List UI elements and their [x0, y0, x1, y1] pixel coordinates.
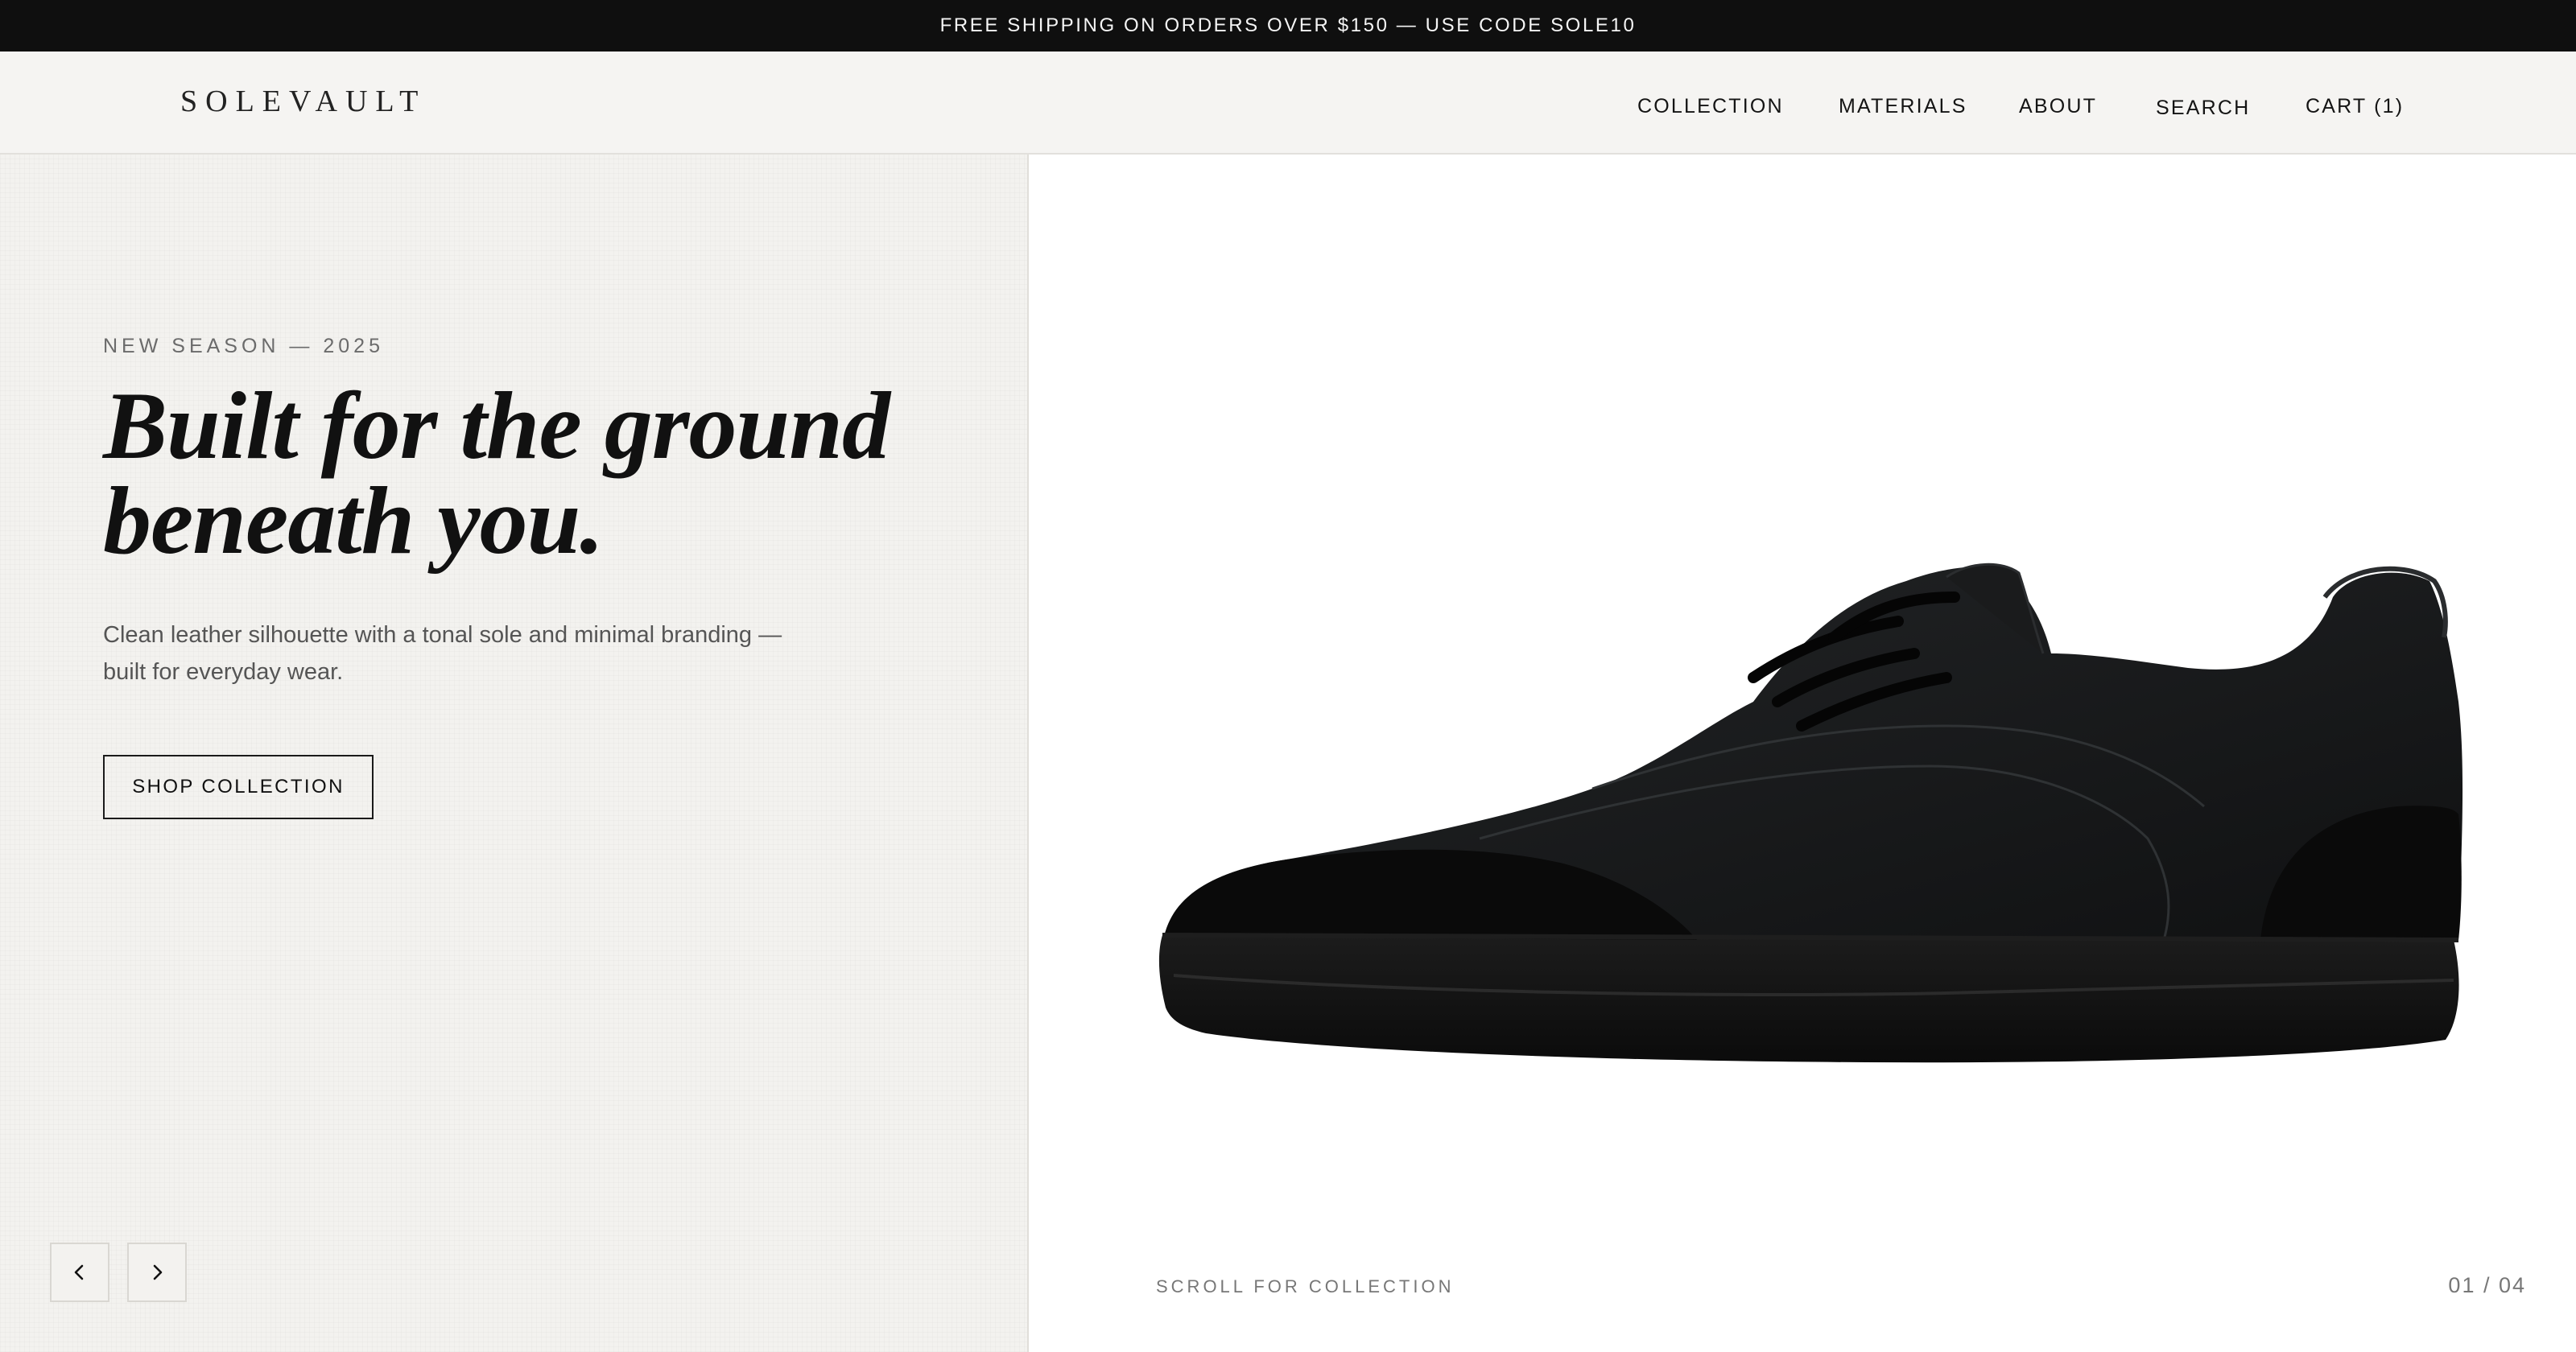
site-header: SOLEVAULT COLLECTION MATERIALS ABOUT SEA…	[0, 52, 2576, 155]
announcement-bar: FREE SHIPPING ON ORDERS OVER $150 — USE …	[0, 0, 2576, 52]
hero-subcopy-line-1: Clean leather silhouette with a tonal so…	[103, 622, 782, 648]
hero-eyebrow: NEW SEASON — 2025	[103, 335, 384, 357]
hero-headline: Built for the ground beneath you.	[103, 377, 989, 569]
hero-image-panel: SCROLL FOR COLLECTION 01 / 04	[1030, 155, 2576, 1352]
nav-cart[interactable]: CART (1)	[2306, 90, 2404, 122]
scroll-hint: SCROLL FOR COLLECTION	[1156, 1276, 1455, 1296]
announcement-text: FREE SHIPPING ON ORDERS OVER $150 — USE …	[939, 14, 1637, 36]
hero-headline-line-2: beneath you.	[103, 467, 604, 574]
sneaker-product-image	[1158, 563, 2463, 1063]
nav-search[interactable]: SEARCH	[2156, 92, 2250, 124]
hero-subcopy: Clean leather silhouette with a tonal so…	[103, 616, 828, 690]
carousel-prev-button[interactable]	[50, 1243, 109, 1302]
hero-subcopy-line-2: built for everyday wear.	[103, 659, 344, 685]
logo[interactable]: SOLEVAULT	[180, 84, 426, 119]
nav-about[interactable]: ABOUT	[2019, 90, 2097, 122]
shop-collection-button[interactable]: SHOP COLLECTION	[103, 755, 374, 819]
nav-collection[interactable]: COLLECTION	[1637, 90, 1784, 122]
hero-headline-line-1: Built for the ground	[103, 372, 890, 479]
carousel-next-button[interactable]	[127, 1243, 187, 1302]
nav-materials[interactable]: MATERIALS	[1839, 90, 1967, 122]
chevron-left-icon	[74, 1264, 84, 1280]
slide-counter: 01 / 04	[2448, 1273, 2526, 1297]
hero-text-panel: NEW SEASON — 2025 Built for the ground b…	[0, 155, 1029, 1352]
chevron-right-icon	[153, 1264, 163, 1280]
